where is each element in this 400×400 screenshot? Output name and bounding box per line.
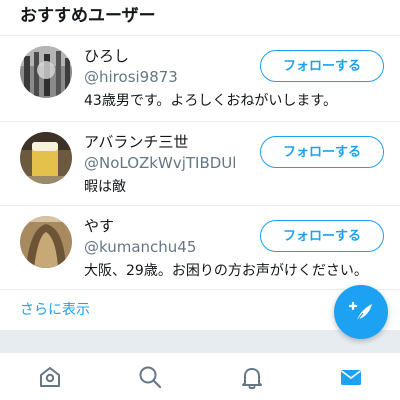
compose-tweet-button[interactable] — [334, 285, 388, 339]
home-icon — [40, 367, 60, 387]
follow-button[interactable]: フォローする — [260, 50, 384, 82]
section-divider — [0, 330, 400, 352]
compose-tweet-icon — [348, 301, 372, 323]
user-row[interactable]: アバランチ三世 @NoLOZkWvjTIBDUl 暇は敵 フォローする — [0, 122, 400, 206]
user-bio: 暇は敵 — [84, 179, 126, 195]
bell-icon — [242, 368, 262, 390]
avatar[interactable] — [20, 216, 72, 268]
tab-search[interactable] — [136, 363, 164, 391]
user-name: やす — [84, 217, 115, 235]
user-name: アバランチ三世 — [84, 133, 189, 151]
user-row[interactable]: やす @kumanchu45 大阪、29歳。お困りの方お声がけください。 フォロ… — [0, 206, 400, 290]
user-handle: @NoLOZkWvjTIBDUl — [84, 154, 237, 172]
user-handle: @kumanchu45 — [84, 238, 197, 256]
follow-button[interactable]: フォローする — [260, 136, 384, 168]
user-bio: 43歳男です。よろしくおねがいします。 — [84, 93, 338, 109]
avatar[interactable] — [20, 46, 72, 98]
show-more-link[interactable]: さらに表示 — [20, 300, 90, 320]
user-name: ひろし — [84, 47, 130, 65]
user-row[interactable]: ひろし @hirosi9873 43歳男です。よろしくおねがいします。 フォロー… — [0, 36, 400, 122]
tab-notifications[interactable] — [238, 363, 266, 391]
user-bio: 大阪、29歳。お困りの方お声がけください。 — [84, 263, 368, 279]
mail-icon — [341, 370, 361, 385]
search-icon — [139, 366, 162, 389]
tab-messages[interactable] — [337, 363, 365, 391]
section-title: おすすめユーザー — [0, 0, 400, 36]
avatar[interactable] — [20, 132, 72, 184]
tab-home[interactable] — [36, 363, 64, 391]
user-handle: @hirosi9873 — [84, 68, 178, 86]
bottom-tab-bar — [0, 352, 400, 400]
follow-button[interactable]: フォローする — [260, 220, 384, 252]
